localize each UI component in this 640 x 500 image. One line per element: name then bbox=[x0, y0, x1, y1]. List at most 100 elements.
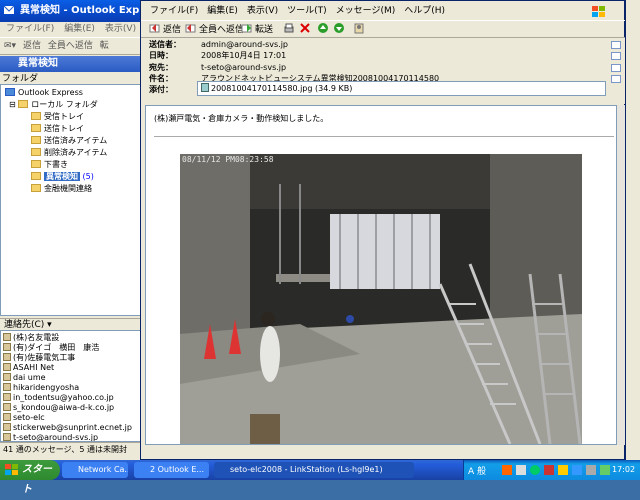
contact-icon bbox=[3, 383, 11, 391]
folder-outbox[interactable]: 送信トレイ bbox=[31, 123, 84, 135]
bg-new-mail-icon[interactable]: ✉▾ bbox=[4, 41, 16, 51]
tray-icon[interactable] bbox=[572, 465, 582, 475]
bg-menu-view[interactable]: 表示(V) bbox=[105, 24, 136, 34]
menu-view[interactable]: 表示(V) bbox=[247, 6, 278, 16]
tray-icon[interactable] bbox=[544, 465, 554, 475]
bg-reply-all-button[interactable]: 全員へ返信 bbox=[48, 41, 93, 51]
message-body[interactable]: (株)瀬戸電気・倉庫カメラ・動作検知しました。 08/11/12 PM08:23… bbox=[145, 105, 617, 445]
previous-button[interactable] bbox=[317, 22, 331, 38]
message-header-pane: 送信者： admin@around-svs.jp 日時： 2008年10月4日 … bbox=[141, 38, 626, 104]
reply-all-button[interactable]: 全員へ返信 bbox=[185, 22, 244, 38]
folder-label: 異常検知 bbox=[44, 172, 80, 181]
folder-inbox[interactable]: 受信トレイ bbox=[31, 111, 84, 123]
bg-forward-button[interactable]: 転 bbox=[100, 41, 109, 51]
collapse-icon[interactable]: ⊟ bbox=[9, 100, 18, 109]
contact-name: s_kondou@aiwa-d-k.co.jp bbox=[13, 403, 115, 412]
contact-icon bbox=[3, 343, 11, 351]
contact-item[interactable]: t-seto@around-svs.jp bbox=[3, 432, 99, 442]
folder-label: ローカル フォルダ bbox=[31, 100, 98, 109]
bg-reply-button[interactable]: 返信 bbox=[23, 41, 41, 51]
body-text: (株)瀬戸電気・倉庫カメラ・動作検知しました。 bbox=[154, 114, 329, 123]
subject-label: 件名： bbox=[149, 74, 173, 83]
addresses-button[interactable] bbox=[353, 22, 367, 38]
local-folder-icon bbox=[18, 100, 29, 108]
next-button[interactable] bbox=[333, 22, 347, 38]
tray-icon[interactable] bbox=[558, 465, 568, 475]
tray-icon[interactable] bbox=[516, 465, 526, 475]
task-label: seto-elc2008 - LinkStation (Ls-hgl9e1) bbox=[230, 465, 383, 474]
menu-edit[interactable]: 編集(E) bbox=[207, 6, 238, 16]
vertical-scrollbar[interactable] bbox=[617, 105, 625, 445]
background-window-title[interactable]: 異常検知 - Outlook Express bbox=[0, 0, 145, 22]
bg-menu-edit[interactable]: 編集(E) bbox=[64, 24, 95, 34]
partial-window bbox=[625, 0, 640, 460]
folder-outlook-express[interactable]: Outlook Express bbox=[5, 87, 83, 99]
header-toggle-icon[interactable] bbox=[611, 75, 621, 83]
camera-snapshot-image[interactable]: 08/11/12 PM08:23:58 bbox=[180, 154, 582, 444]
menu-tools[interactable]: ツール(T) bbox=[287, 6, 327, 16]
contact-name: (株)名友電設 bbox=[13, 333, 60, 342]
windows-flag-icon bbox=[5, 464, 18, 476]
contact-name: seto-elc bbox=[13, 413, 45, 422]
menu-message[interactable]: メッセージ(M) bbox=[336, 6, 396, 16]
clock: 17:02 bbox=[612, 465, 636, 474]
tray-icon[interactable] bbox=[530, 465, 540, 475]
folder-local[interactable]: ⊟ ローカル フォルダ bbox=[9, 99, 98, 111]
background-window-title-text: 異常検知 - Outlook Express bbox=[20, 5, 145, 16]
message-toolbar: 返信 全員へ返信 転送 bbox=[141, 20, 626, 38]
folder-anomaly-detection[interactable]: 異常検知 (5) bbox=[31, 171, 94, 183]
reply-button[interactable]: 返信 bbox=[149, 22, 181, 38]
folder-header: 異常検知 bbox=[0, 56, 145, 72]
contact-name: in_todentsu@yahoo.co.jp bbox=[13, 393, 114, 402]
photo-timestamp: 08/11/12 PM08:23:58 bbox=[182, 155, 274, 164]
tray-icon[interactable] bbox=[600, 465, 610, 475]
print-button[interactable] bbox=[283, 22, 297, 38]
contact-icon bbox=[3, 403, 11, 411]
task-label: Network Ca... bbox=[78, 465, 128, 474]
contacts-header[interactable]: 連絡先(C) ▾ bbox=[0, 318, 145, 330]
folder-label: 受信トレイ bbox=[44, 112, 84, 121]
contact-icon bbox=[3, 333, 11, 341]
to-label: 宛先： bbox=[149, 63, 173, 72]
from-value: admin@around-svs.jp bbox=[201, 40, 288, 49]
folder-label: 金融機関連絡 bbox=[44, 184, 92, 193]
forward-icon bbox=[241, 22, 253, 34]
menu-help[interactable]: ヘルプ(H) bbox=[404, 6, 445, 16]
header-toggle-icon[interactable] bbox=[611, 52, 621, 60]
folder-drafts[interactable]: 下書き bbox=[31, 159, 68, 171]
task-label: 2 Outlook E... bbox=[150, 465, 205, 474]
header-toggle-icon[interactable] bbox=[611, 64, 621, 72]
delete-button[interactable] bbox=[299, 22, 313, 38]
tray-icon[interactable] bbox=[502, 465, 512, 475]
contact-icon bbox=[3, 423, 11, 431]
background-menubar: ファイル(F)編集(E)表示(V)ツ bbox=[0, 22, 145, 36]
drafts-icon bbox=[31, 160, 41, 168]
folder-financial[interactable]: 金融機関連絡 bbox=[31, 183, 92, 195]
folder-sent[interactable]: 送信済みアイテム bbox=[31, 135, 107, 147]
header-toggle-icon[interactable] bbox=[611, 41, 621, 49]
outbox-icon bbox=[31, 124, 41, 132]
background-toolbar: ✉▾ 返信 全員へ返信 転 bbox=[0, 37, 145, 55]
contact-name: (有)ダイゴ 横田 康浩 bbox=[13, 343, 100, 352]
date-value: 2008年10月4日 17:01 bbox=[201, 51, 287, 60]
inbox-icon bbox=[31, 112, 41, 120]
forward-button[interactable]: 転送 bbox=[241, 22, 273, 38]
bg-menu-file[interactable]: ファイル(F) bbox=[6, 24, 54, 34]
message-menubar: ファイル(F) 編集(E) 表示(V) ツール(T) メッセージ(M) ヘルプ(H) bbox=[141, 4, 626, 19]
folder-icon bbox=[31, 172, 41, 180]
start-button[interactable]: スタート bbox=[0, 460, 60, 495]
delete-icon bbox=[299, 22, 311, 34]
contact-icon bbox=[3, 433, 11, 441]
contact-name: hikaridengyosha bbox=[13, 383, 80, 392]
attachment-label: 添付： bbox=[149, 85, 173, 94]
folder-header-text: 異常検知 bbox=[18, 58, 58, 69]
task-outlook[interactable]: 2 Outlook E... bbox=[134, 462, 209, 478]
attachment-box[interactable]: 20081004170114580.jpg (34.9 KB) bbox=[197, 81, 606, 96]
task-network-camera[interactable]: Network Ca... bbox=[62, 462, 128, 478]
contact-name: t-seto@around-svs.jp bbox=[13, 433, 99, 442]
menu-file[interactable]: ファイル(F) bbox=[150, 6, 198, 16]
task-linkstation[interactable]: seto-elc2008 - LinkStation (Ls-hgl9e1) bbox=[214, 462, 414, 478]
ime-indicator[interactable]: A 般 bbox=[468, 464, 486, 477]
tray-icon[interactable] bbox=[586, 465, 596, 475]
folder-deleted[interactable]: 削除済みアイテム bbox=[31, 147, 107, 159]
